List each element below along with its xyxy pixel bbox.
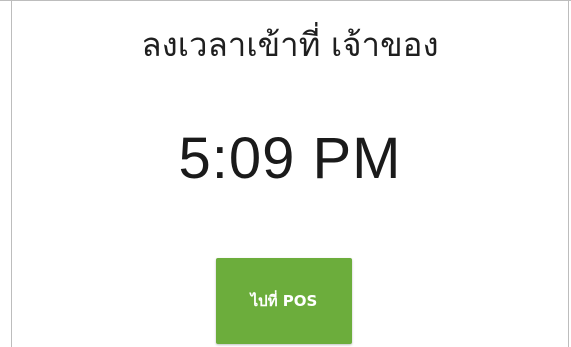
clock-in-screen: ลงเวลาเข้าที่ เจ้าของ 5:09 PM ไปที่ POS xyxy=(0,0,571,347)
go-to-pos-button[interactable]: ไปที่ POS xyxy=(216,258,352,344)
current-time-display: 5:09 PM xyxy=(178,126,402,191)
page-title: ลงเวลาเข้าที่ เจ้าของ xyxy=(141,25,439,64)
go-to-pos-label: ไปที่ POS xyxy=(250,292,318,310)
right-divider xyxy=(568,1,569,347)
